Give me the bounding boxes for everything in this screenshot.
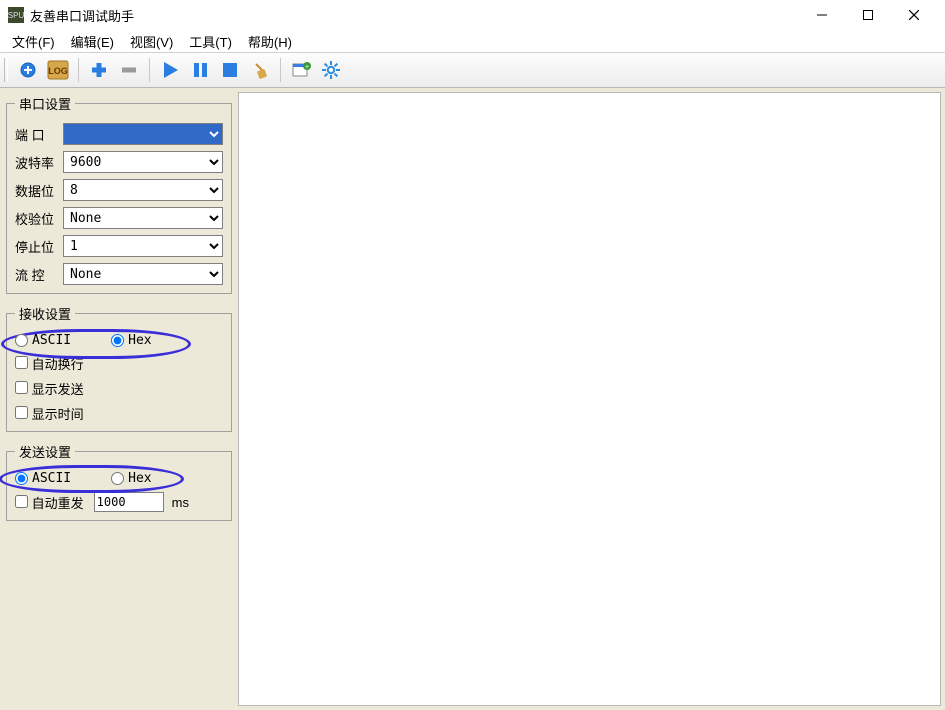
send-legend: 发送设置 xyxy=(15,442,75,461)
new-window-button[interactable]: + xyxy=(287,56,315,84)
data-bits-select[interactable]: 8 xyxy=(63,179,223,201)
receive-settings-group: 接收设置 ASCII Hex 自动换行 显示发送 显示时间 xyxy=(6,304,232,432)
sidebar: 串口设置 端 口 波特率 9600 数据位 8 校验位 None 停止位 1 xyxy=(0,88,238,710)
auto-wrap-checkbox[interactable]: 自动换行 xyxy=(15,354,84,373)
toolbar-handle xyxy=(4,58,8,82)
svg-text:LOG: LOG xyxy=(48,66,68,76)
stop-button[interactable] xyxy=(216,56,244,84)
parity-label: 校验位 xyxy=(15,209,63,228)
content-area: 串口设置 端 口 波特率 9600 数据位 8 校验位 None 停止位 1 xyxy=(0,88,945,710)
flow-control-label: 流 控 xyxy=(15,265,63,284)
menubar: 文件(F) 编辑(E) 视图(V) 工具(T) 帮助(H) xyxy=(0,30,945,52)
stop-bits-label: 停止位 xyxy=(15,237,63,256)
menu-edit[interactable]: 编辑(E) xyxy=(63,30,122,53)
log-button[interactable]: LOG xyxy=(44,56,72,84)
show-send-checkbox[interactable]: 显示发送 xyxy=(15,379,84,398)
play-button[interactable] xyxy=(156,56,184,84)
toolbar-separator xyxy=(78,58,79,82)
titlebar: SPU 友善串口调试助手 xyxy=(0,0,945,30)
maximize-button[interactable] xyxy=(845,0,891,30)
toolbar-separator xyxy=(149,58,150,82)
connect-button[interactable] xyxy=(14,56,42,84)
menu-view[interactable]: 视图(V) xyxy=(122,30,181,53)
menu-help[interactable]: 帮助(H) xyxy=(240,30,300,53)
parity-select[interactable]: None xyxy=(63,207,223,229)
app-title: 友善串口调试助手 xyxy=(30,6,799,25)
interval-unit: ms xyxy=(172,495,189,510)
minimize-button[interactable] xyxy=(799,0,845,30)
recv-ascii-radio[interactable]: ASCII xyxy=(15,333,71,348)
window-controls xyxy=(799,0,937,30)
flow-control-select[interactable]: None xyxy=(63,263,223,285)
menu-file[interactable]: 文件(F) xyxy=(4,30,63,53)
data-bits-label: 数据位 xyxy=(15,181,63,200)
recv-legend: 接收设置 xyxy=(15,304,75,323)
auto-resend-checkbox[interactable]: 自动重发 xyxy=(15,493,84,512)
settings-button[interactable] xyxy=(317,56,345,84)
serial-settings-group: 串口设置 端 口 波特率 9600 数据位 8 校验位 None 停止位 1 xyxy=(6,94,232,294)
recv-hex-radio[interactable]: Hex xyxy=(111,333,151,348)
pause-button[interactable] xyxy=(186,56,214,84)
baud-select[interactable]: 9600 xyxy=(63,151,223,173)
port-select[interactable] xyxy=(63,123,223,145)
send-ascii-radio[interactable]: ASCII xyxy=(15,471,71,486)
minus-button[interactable] xyxy=(115,56,143,84)
output-panel[interactable] xyxy=(238,92,941,706)
show-time-checkbox[interactable]: 显示时间 xyxy=(15,404,84,423)
close-button[interactable] xyxy=(891,0,937,30)
toolbar: LOG + xyxy=(0,52,945,88)
baud-label: 波特率 xyxy=(15,153,63,172)
port-label: 端 口 xyxy=(15,125,63,144)
serial-legend: 串口设置 xyxy=(15,94,75,113)
toolbar-separator xyxy=(280,58,281,82)
resend-interval-input[interactable] xyxy=(94,492,164,512)
plus-button[interactable] xyxy=(85,56,113,84)
stop-bits-select[interactable]: 1 xyxy=(63,235,223,257)
menu-tools[interactable]: 工具(T) xyxy=(181,30,240,53)
app-icon: SPU xyxy=(8,7,24,23)
send-hex-radio[interactable]: Hex xyxy=(111,471,151,486)
clear-button[interactable] xyxy=(246,56,274,84)
svg-text:+: + xyxy=(305,64,309,71)
send-settings-group: 发送设置 ASCII Hex 自动重发 ms xyxy=(6,442,232,521)
